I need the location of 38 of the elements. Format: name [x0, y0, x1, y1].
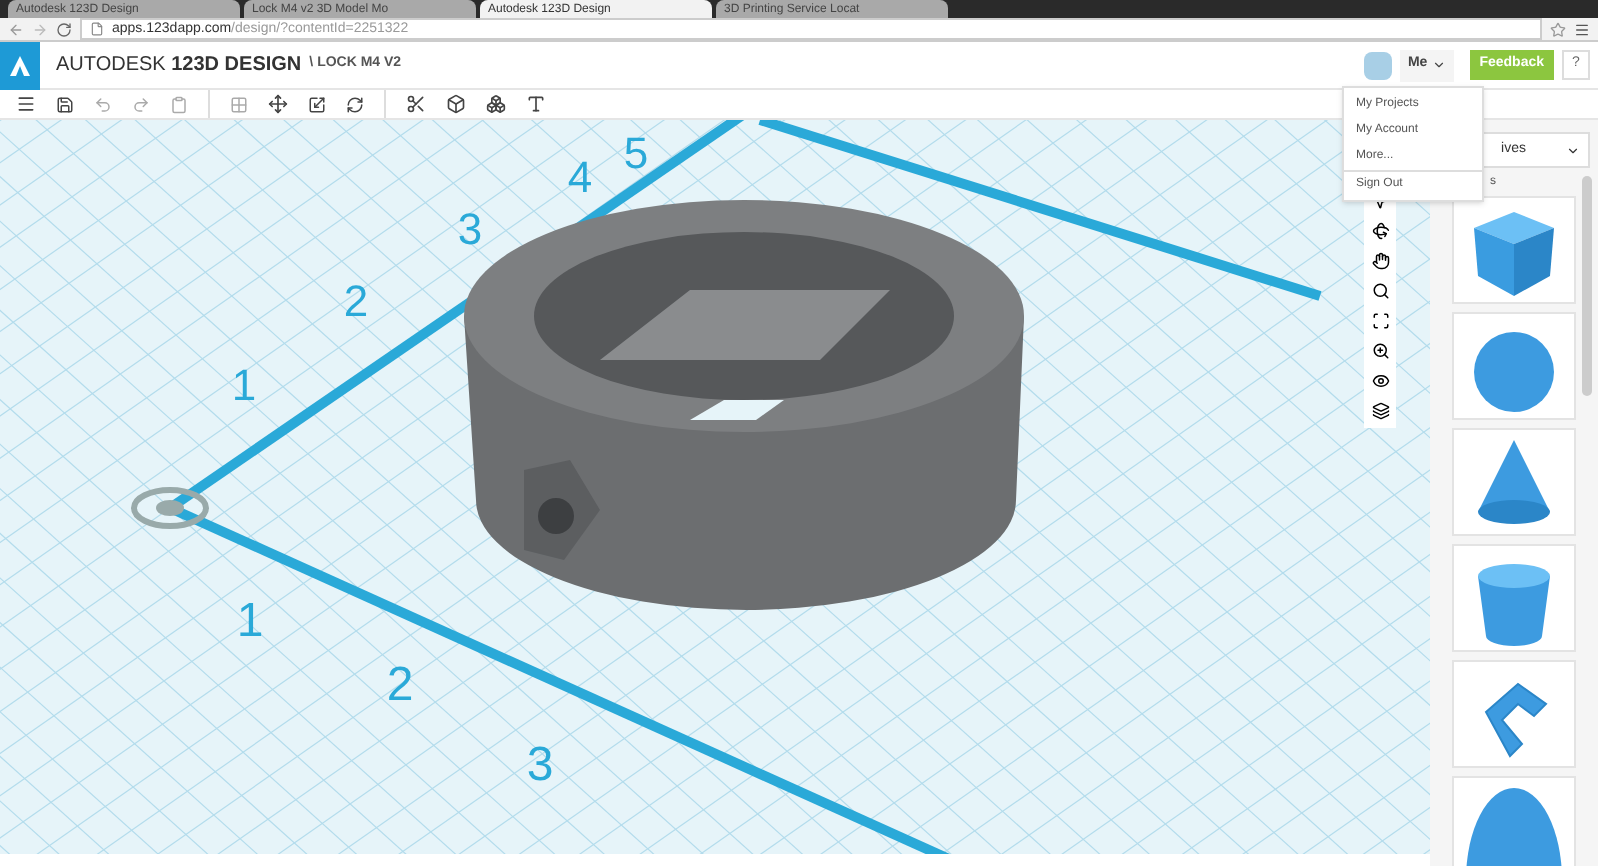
axis-label: 1	[231, 360, 257, 410]
clipboard-icon[interactable]	[170, 95, 188, 113]
rotate-icon[interactable]	[346, 95, 364, 113]
shape-tile[interactable]	[1452, 312, 1576, 420]
save-icon[interactable]	[56, 95, 74, 113]
shape-tile[interactable]	[1452, 196, 1576, 304]
shape-tile[interactable]	[1452, 660, 1576, 768]
axis-label: 2	[343, 276, 369, 326]
brand-name: AUTODESK 123D DESIGN	[56, 52, 302, 80]
zoom-selected-icon[interactable]	[1371, 342, 1389, 360]
fit-icon[interactable]	[1371, 312, 1389, 330]
eye-icon[interactable]	[1371, 372, 1389, 390]
axis-label: 3	[526, 738, 554, 792]
scissors-icon[interactable]	[406, 94, 426, 114]
reload-icon[interactable]	[56, 21, 72, 37]
shape-tile[interactable]	[1452, 544, 1576, 652]
axis-label: 4	[567, 152, 593, 202]
browser-menu-icon[interactable]	[1574, 21, 1590, 37]
shape-tile[interactable]	[1452, 428, 1576, 536]
axis-label: 2	[386, 658, 414, 712]
axis-label: 1	[236, 594, 264, 648]
group-icon[interactable]	[486, 94, 506, 114]
page-icon	[90, 22, 104, 36]
zoom-icon[interactable]	[1371, 282, 1389, 300]
axis-label: 5	[623, 128, 649, 178]
avatar-icon	[1363, 51, 1392, 79]
origin-marker-icon	[131, 487, 209, 529]
move-icon[interactable]	[268, 94, 288, 114]
axis-label: 3	[457, 204, 483, 254]
shape-tile[interactable]	[1452, 776, 1576, 866]
text-icon[interactable]	[526, 94, 546, 114]
caret-icon	[1566, 143, 1580, 157]
scale-icon[interactable]	[308, 95, 326, 113]
pan-icon[interactable]	[1371, 252, 1389, 270]
caret-icon	[1431, 58, 1446, 72]
menu-icon[interactable]	[16, 94, 36, 114]
bookmark-star-icon[interactable]	[1550, 21, 1566, 37]
orbit-icon[interactable]	[1371, 222, 1389, 240]
